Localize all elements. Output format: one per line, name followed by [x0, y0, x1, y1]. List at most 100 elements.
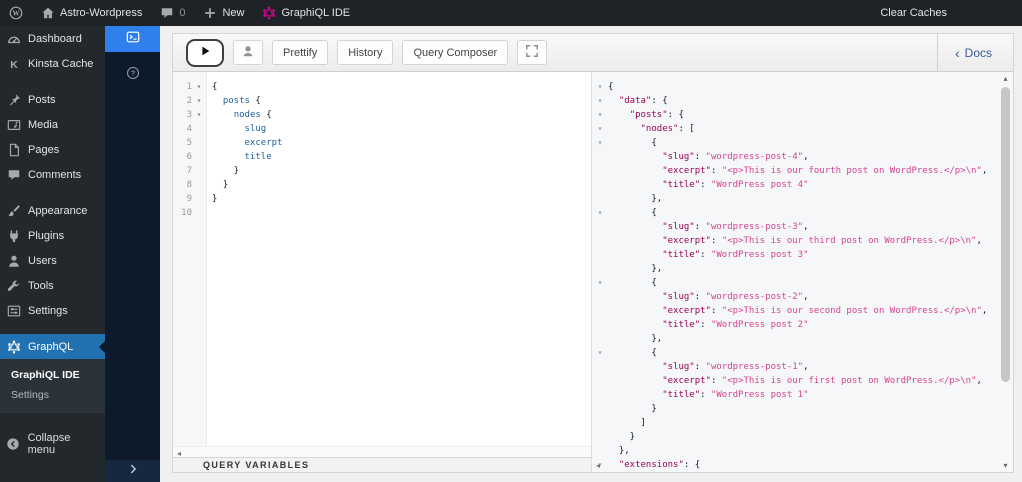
activity-bar-toggle[interactable]	[105, 460, 160, 482]
fold-toggle-icon	[592, 332, 608, 346]
result-line: }	[592, 430, 997, 444]
json-text: "slug": "wordpress-post-3",	[662, 222, 809, 232]
result-line: "slug": "wordpress-post-3",	[592, 220, 997, 234]
fold-toggle-icon[interactable]: ▾	[192, 94, 206, 108]
fold-toggle-icon[interactable]: ▾	[592, 276, 608, 290]
graphql-logo-icon	[262, 6, 276, 20]
json-text: "title": "WordPress post 1"	[662, 390, 809, 400]
help-icon: ?	[126, 66, 140, 85]
fold-toggle-icon[interactable]: ▾	[592, 122, 608, 136]
result-line: ▾{	[592, 80, 997, 94]
fold-toggle-icon	[192, 178, 206, 192]
line-number: 7	[186, 166, 192, 176]
fold-toggle-icon[interactable]: ▾	[192, 108, 206, 122]
sidebar-item-label: Media	[28, 118, 58, 131]
sidebar-item-pages[interactable]: Pages	[0, 137, 105, 162]
comments-icon	[6, 167, 21, 182]
help-button[interactable]: ?	[105, 66, 160, 85]
fold-toggle-icon[interactable]: ▾	[192, 80, 206, 94]
line-number: 4	[186, 124, 192, 134]
fold-toggle-icon[interactable]: ▾	[592, 108, 608, 122]
chevron-right-icon	[126, 462, 140, 481]
svg-text:K: K	[10, 58, 18, 70]
result-vertical-scrollbar[interactable]: ▴ ▾	[1000, 74, 1011, 470]
sidebar-item-plugins[interactable]: Plugins	[0, 223, 105, 248]
wp-logo-menu[interactable]: W	[0, 0, 32, 26]
result-line: ▾ "data": {	[592, 94, 997, 108]
fullscreen-button[interactable]	[517, 40, 548, 65]
clear-caches-menu[interactable]: Clear Caches	[871, 0, 956, 26]
result-line: ▾ {	[592, 136, 997, 150]
scroll-up-arrow-icon: ▴	[1003, 74, 1008, 83]
sidebar-item-appearance[interactable]: Appearance	[0, 198, 105, 223]
execute-query-button[interactable]	[186, 38, 224, 67]
wordpress-logo-icon: W	[9, 6, 23, 20]
json-text: "excerpt": "<p>This is our first post on…	[662, 376, 982, 386]
result-line: "excerpt": "<p>This is our second post o…	[592, 304, 997, 318]
comments-bubble-icon	[160, 6, 174, 20]
sidebar-item-comments[interactable]: Comments	[0, 162, 105, 187]
editor-line: 3 ▾ nodes {	[173, 108, 591, 122]
query-composer-button[interactable]: Query Composer	[402, 40, 509, 65]
editor-line: 8 }	[173, 178, 591, 192]
sidebar-item-graphql[interactable]: GraphQL	[0, 334, 105, 359]
editor-line: 10	[173, 206, 591, 220]
submenu-item-graphiql-ide[interactable]: GraphiQL IDE	[0, 365, 105, 385]
fold-toggle-icon[interactable]: ▾	[592, 136, 608, 150]
graphiql-ide-menu[interactable]: GraphiQL IDE	[253, 0, 359, 26]
fold-toggle-icon	[592, 150, 608, 164]
comments-count: 0	[179, 7, 186, 19]
sidebar-item-label: GraphQL	[28, 340, 74, 353]
graphiql-session-tab[interactable]	[105, 26, 160, 52]
sidebar-item-dashboard[interactable]: Dashboard	[0, 26, 105, 51]
comments-menu[interactable]: 0	[151, 0, 194, 26]
docs-button[interactable]: ‹ Docs	[936, 34, 1000, 71]
result-line: "slug": "wordpress-post-2",	[592, 290, 997, 304]
sidebar-item-label: Posts	[28, 93, 56, 106]
prettify-button[interactable]: Prettify	[272, 40, 329, 65]
scroll-down-arrow-icon: ▾	[1003, 461, 1008, 470]
submenu-item-settings[interactable]: Settings	[0, 385, 105, 405]
result-json: ▾{▾ "data": {▾ "posts": {▾ "nodes": [▾ {…	[592, 80, 997, 472]
scrollbar-thumb[interactable]	[1001, 87, 1010, 382]
sidebar-item-label: Plugins	[28, 229, 65, 242]
result-line: "excerpt": "<p>This is our fourth post o…	[592, 164, 997, 178]
sidebar-item-label: Settings	[28, 304, 68, 317]
auth-avatar-button[interactable]	[233, 40, 263, 65]
sidebar-item-media[interactable]: Media	[0, 112, 105, 137]
editor-code: 1 ▾{2 ▾ posts {3 ▾ nodes {4 slug 5 excerpt 6 …	[173, 80, 591, 220]
result-line: "excerpt": "<p>This is our first post on…	[592, 374, 997, 388]
plus-icon	[203, 6, 217, 20]
json-text: "extensions": {	[618, 460, 701, 470]
json-text: "slug": "wordpress-post-4",	[662, 152, 809, 162]
fold-toggle-icon[interactable]: ▾	[592, 80, 608, 94]
sidebar-item-label: Appearance	[28, 204, 88, 217]
query-variables-title: QUERY VARIABLES	[203, 460, 310, 470]
sidebar-item-label: Kinsta Cache	[28, 57, 94, 70]
sidebar-item-label: Dashboard	[28, 32, 82, 45]
fold-toggle-icon[interactable]: ▾	[592, 94, 608, 108]
collapse-menu-button[interactable]: Collapse menu	[0, 426, 105, 462]
sidebar-item-label: Tools	[28, 279, 54, 292]
fold-toggle-icon[interactable]: ▾	[592, 346, 608, 360]
query-editor[interactable]: 1 ▾{2 ▾ posts {3 ▾ nodes {4 slug 5 excerpt 6 …	[173, 72, 591, 472]
sidebar-item-kinsta-cache[interactable]: K Kinsta Cache	[0, 51, 105, 76]
new-content-menu[interactable]: New	[194, 0, 253, 26]
json-text: },	[608, 264, 663, 274]
collapse-label: Collapse menu	[27, 432, 71, 456]
history-button[interactable]: History	[337, 40, 394, 65]
sidebar-item-tools[interactable]: Tools	[0, 273, 105, 298]
fold-toggle-icon[interactable]: ▾	[592, 206, 608, 220]
kinsta-icon: K	[6, 56, 21, 71]
user-avatar-icon	[241, 44, 255, 61]
result-line: "excerpt": "<p>This is our third post on…	[592, 234, 997, 248]
result-line: "slug": "wordpress-post-4",	[592, 150, 997, 164]
query-variables-header[interactable]: QUERY VARIABLES	[173, 457, 591, 472]
result-line: ▾ "nodes": [	[592, 122, 997, 136]
json-text: "title": "WordPress post 3"	[662, 250, 809, 260]
site-name-menu[interactable]: Astro-Wordpress	[32, 0, 151, 26]
sidebar-item-posts[interactable]: Posts	[0, 87, 105, 112]
sidebar-item-settings[interactable]: Settings	[0, 298, 105, 323]
sidebar-item-users[interactable]: Users	[0, 248, 105, 273]
fold-toggle-icon	[192, 192, 206, 206]
